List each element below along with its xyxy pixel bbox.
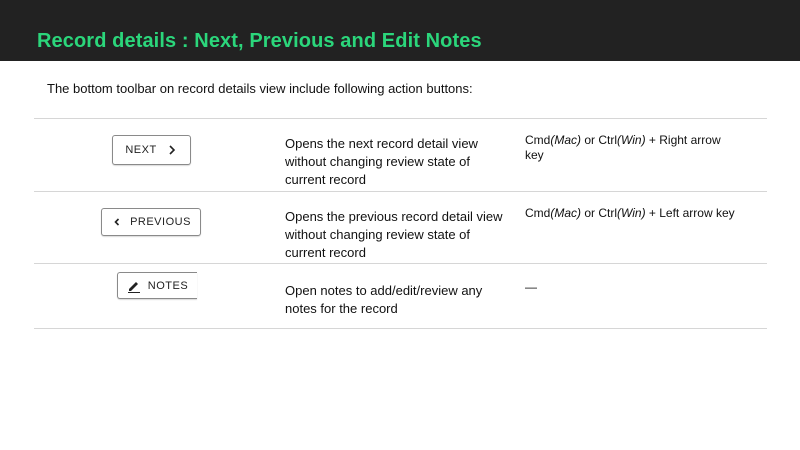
next-description: Opens the next record detail view withou… — [285, 136, 478, 187]
pencil-icon — [127, 279, 141, 293]
next-shortcut: Cmd(Mac) or Ctrl(Win) + Right arrow key — [525, 133, 740, 163]
intro-text: The bottom toolbar on record details vie… — [47, 81, 473, 96]
previous-description: Opens the previous record detail view wi… — [285, 209, 503, 260]
shortcut-platform: (Mac) — [550, 206, 582, 220]
previous-button-label: PREVIOUS — [130, 216, 191, 228]
table-divider — [34, 191, 767, 192]
shortcut-key: Cmd — [525, 133, 551, 147]
shortcut-key: or Ctrl — [581, 133, 618, 147]
page-title: Record details : Next, Previous and Edit… — [37, 30, 482, 52]
table-divider — [34, 328, 767, 329]
notes-shortcut: — — [525, 280, 537, 294]
next-button-label: NEXT — [125, 144, 157, 156]
chevron-left-icon — [111, 216, 123, 228]
chevron-right-icon — [166, 144, 178, 156]
header-bar: Record details : Next, Previous and Edit… — [0, 0, 800, 61]
slide: Record details : Next, Previous and Edit… — [0, 0, 800, 450]
shortcut-key: Cmd — [525, 206, 551, 220]
previous-button[interactable]: PREVIOUS — [101, 208, 201, 236]
shortcut-platform: (Mac) — [550, 133, 582, 147]
table-divider — [34, 118, 767, 119]
shortcut-key: or Ctrl — [581, 206, 618, 220]
shortcut-key: + Left arrow key — [645, 206, 735, 220]
notes-button[interactable]: NOTES — [117, 272, 197, 299]
shortcut-platform: (Win) — [617, 206, 646, 220]
next-button[interactable]: NEXT — [112, 135, 191, 165]
notes-description: Open notes to add/edit/review any notes … — [285, 283, 483, 316]
table-divider — [34, 263, 767, 264]
notes-button-label: NOTES — [147, 279, 189, 292]
previous-shortcut: Cmd(Mac) or Ctrl(Win) + Left arrow key — [525, 206, 740, 221]
shortcut-platform: (Win) — [617, 133, 646, 147]
